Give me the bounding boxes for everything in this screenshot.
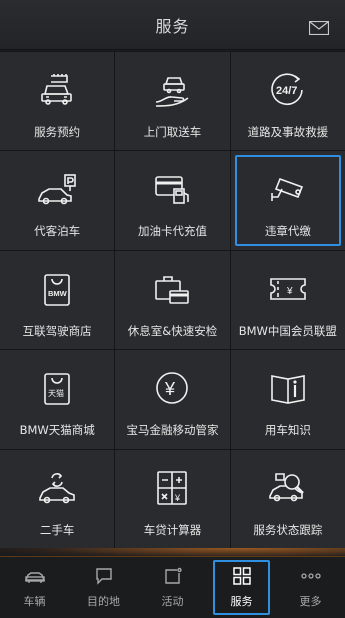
tab-more[interactable]: 更多 xyxy=(276,557,345,618)
service-item-label: 违章代缴 xyxy=(264,224,311,239)
service-item-fuel-card[interactable]: 加油卡代充值 xyxy=(115,151,230,250)
service-item-label: 车贷计算器 xyxy=(143,522,202,537)
service-item-label: 二手车 xyxy=(39,522,75,537)
service-item-valet[interactable]: 代客泊车 xyxy=(0,151,115,250)
bmw-shop-bag-icon: BMW xyxy=(35,269,79,309)
tab-label: 更多 xyxy=(299,594,322,608)
service-item-label: 代客泊车 xyxy=(34,224,81,239)
calculator-icon: ¥ xyxy=(150,468,194,508)
destination-icon xyxy=(93,567,115,589)
service-item-lounge[interactable]: 休息室&快速安检 xyxy=(115,250,230,350)
more-dots-icon xyxy=(300,567,322,589)
member-card-icon: ¥ xyxy=(266,269,310,309)
roadside-24-7-icon: 24/7 xyxy=(266,70,310,110)
bmw-icon-text: BMW xyxy=(48,289,68,298)
service-item-label: 上门取送车 xyxy=(143,125,202,139)
service-item-label: 用车知识 xyxy=(264,423,311,438)
yuan-icon-text: ¥ xyxy=(286,286,293,297)
tab-destination[interactable]: 目的地 xyxy=(69,557,138,618)
mail-icon[interactable] xyxy=(308,20,330,36)
service-item-traffic-fine[interactable]: 违章代缴 xyxy=(230,151,345,250)
valet-parking-icon xyxy=(35,169,79,209)
service-item-finance[interactable]: ¥ 宝马金融移动管家 xyxy=(115,350,230,449)
service-booking-icon xyxy=(35,70,79,110)
service-grid: 服务预约 上门取送车 24/7 道路及事故救援 代客泊车 加油卡代充值 违章代缴… xyxy=(0,51,345,548)
service-item-booking[interactable]: 服务预约 xyxy=(0,52,115,151)
service-item-label: 宝马金融移动管家 xyxy=(126,423,219,438)
car-icon xyxy=(24,567,46,589)
tab-label: 车辆 xyxy=(23,594,46,608)
service-item-car-knowledge[interactable]: 用车知识 xyxy=(230,350,345,449)
svg-text:24/7: 24/7 xyxy=(276,85,297,97)
fuel-card-icon xyxy=(150,169,194,209)
service-item-pickup[interactable]: 上门取送车 xyxy=(115,52,230,151)
header-bar: 服务 xyxy=(0,0,345,50)
used-car-icon xyxy=(35,468,79,508)
tab-service[interactable]: 服务 xyxy=(207,557,276,618)
page-title: 服务 xyxy=(155,16,190,36)
service-item-connected-drive-store[interactable]: BMW 互联驾驶商店 xyxy=(0,250,115,350)
service-item-label: 道路及事故救援 xyxy=(247,125,329,139)
tab-label: 活动 xyxy=(161,594,184,608)
tab-activity[interactable]: 活动 xyxy=(138,557,207,618)
service-item-member[interactable]: ¥ BMW中国会员联盟 xyxy=(230,250,345,350)
tmall-icon-text: 天猫 xyxy=(48,388,64,398)
yuan-coin-icon: ¥ xyxy=(150,368,194,408)
car-pickup-icon xyxy=(150,70,194,110)
tab-label: 服务 xyxy=(230,594,253,608)
service-item-loan-calculator[interactable]: ¥ 车贷计算器 xyxy=(115,449,230,548)
service-item-label: 服务预约 xyxy=(34,125,81,139)
service-item-label: 加油卡代充值 xyxy=(137,224,207,239)
svg-text:¥: ¥ xyxy=(174,493,181,503)
activity-icon xyxy=(162,567,184,589)
traffic-camera-icon xyxy=(266,169,310,209)
service-item-label: BMW中国会员联盟 xyxy=(238,323,337,338)
service-item-used-car[interactable]: 二手车 xyxy=(0,449,115,548)
book-info-icon xyxy=(266,368,310,408)
service-item-label: 服务状态跟踪 xyxy=(253,522,323,537)
grid-icon xyxy=(231,566,253,589)
lounge-briefcase-icon xyxy=(150,269,194,309)
service-tracking-icon xyxy=(266,468,310,508)
bottom-tab-bar: 车辆 目的地 活动 服务 更多 xyxy=(0,556,345,618)
tab-vehicle[interactable]: 车辆 xyxy=(0,557,69,618)
tmall-bag-icon: 天猫 xyxy=(35,368,79,408)
service-item-roadside[interactable]: 24/7 道路及事故救援 xyxy=(230,52,345,151)
service-item-status-tracking[interactable]: 服务状态跟踪 xyxy=(230,449,345,548)
service-item-label: BMW天猫商城 xyxy=(19,423,95,438)
service-item-label: 互联驾驶商店 xyxy=(22,323,92,338)
yuan-coin-text: ¥ xyxy=(164,379,176,399)
service-item-tmall[interactable]: 天猫 BMW天猫商城 xyxy=(0,350,115,449)
tab-label: 目的地 xyxy=(87,594,120,608)
service-item-label: 休息室&快速安检 xyxy=(127,323,218,338)
